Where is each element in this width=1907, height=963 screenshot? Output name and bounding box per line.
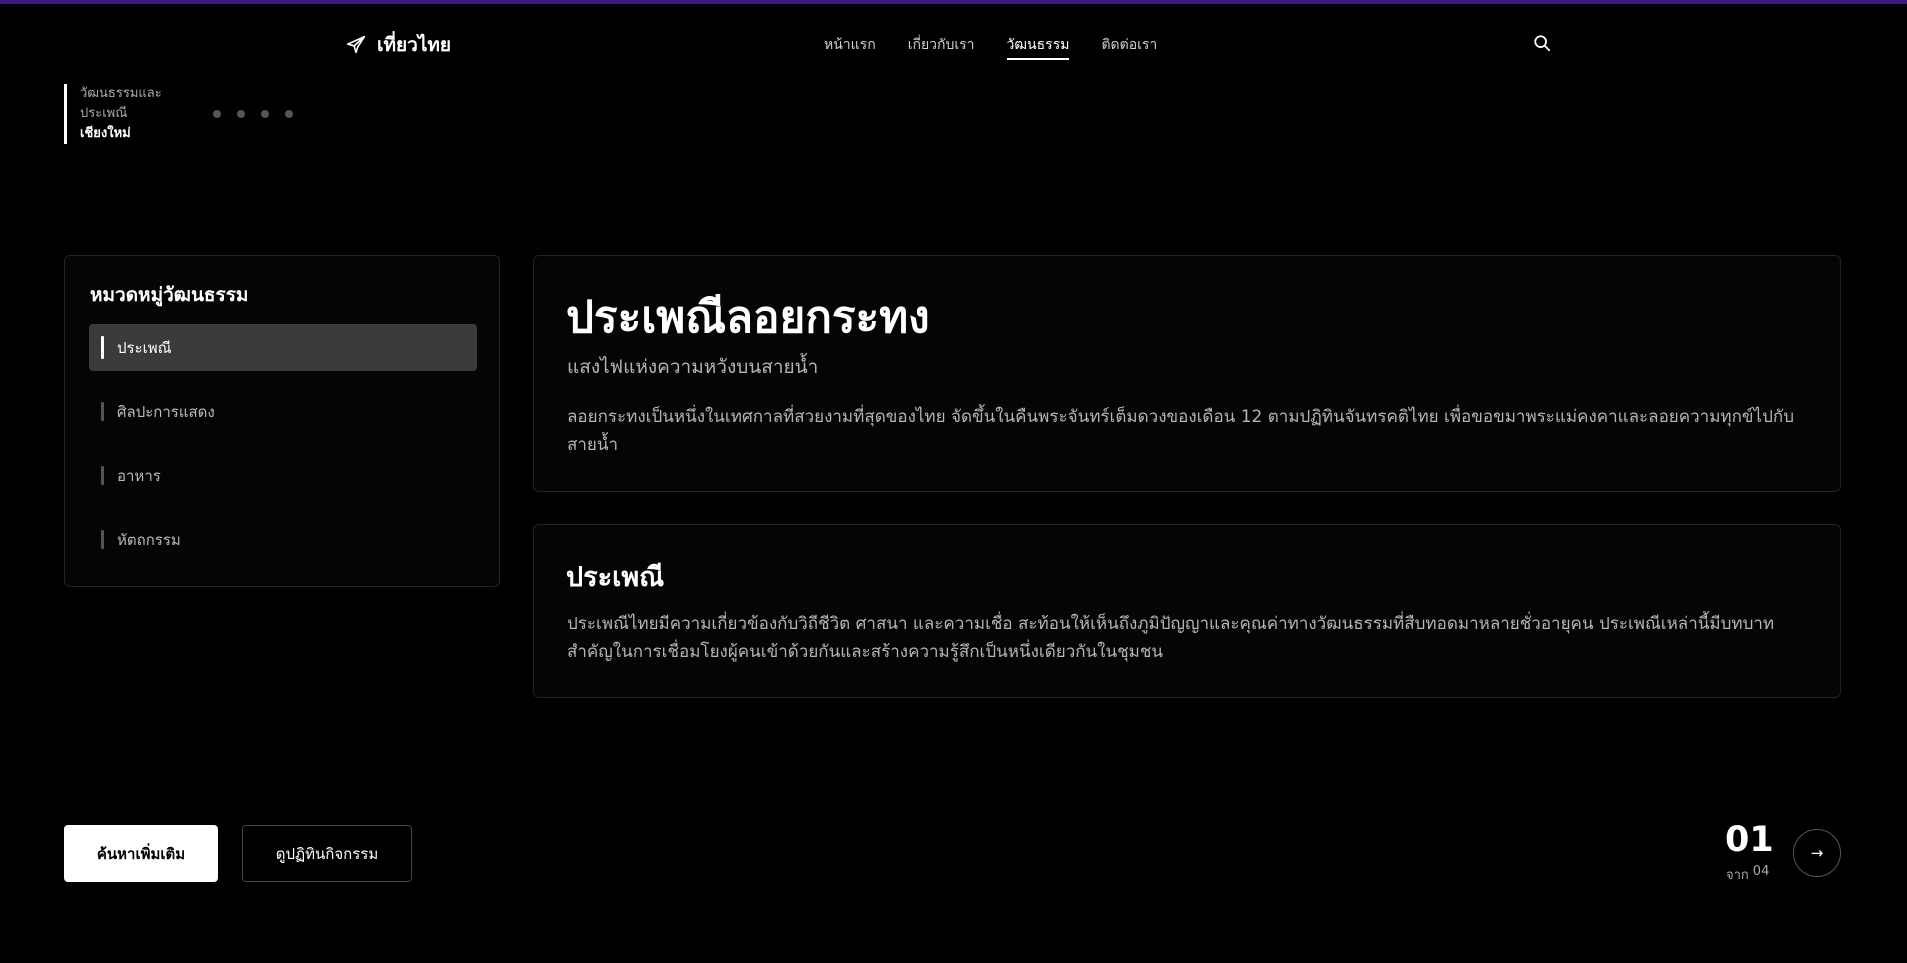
slide-dot[interactable] bbox=[213, 110, 221, 118]
sidebar-item-crafts[interactable]: หัตถกรรม bbox=[89, 516, 477, 563]
brand-name: เที่ยวไทย bbox=[377, 34, 452, 56]
nav-contact[interactable]: ติดต่อเรา bbox=[1101, 34, 1157, 60]
page-total-label: จาก 04 bbox=[1726, 864, 1769, 885]
arrow-right-icon: → bbox=[1810, 844, 1824, 862]
main-nav: หน้าแรก เกี่ยวกับเรา วัฒนธรรม ติดต่อเรา bbox=[824, 34, 1157, 60]
explore-more-button[interactable]: ค้นหาเพิ่มเติม bbox=[64, 825, 218, 882]
slide-dot[interactable] bbox=[261, 110, 269, 118]
sidebar-title: หมวดหมู่วัฒนธรรม bbox=[90, 284, 249, 306]
view-calendar-button[interactable]: ดูปฏิทินกิจกรรม bbox=[242, 825, 412, 882]
slide-indicator-line3: เชียงใหม่ bbox=[80, 126, 131, 141]
next-slide-button[interactable]: → bbox=[1793, 829, 1841, 877]
top-accent-line bbox=[0, 0, 1907, 4]
page-total: 04 bbox=[1752, 864, 1770, 879]
feature-title: ประเพณีลอยกระทง bbox=[566, 292, 930, 343]
nav-home[interactable]: หน้าแรก bbox=[824, 34, 876, 60]
slide-indicator-line1: วัฒนธรรมและ bbox=[80, 86, 162, 101]
section-description: ประเพณีไทยมีความเกี่ยวข้องกับวิถีชีวิต ศ… bbox=[567, 614, 1775, 662]
section-title: ประเพณี bbox=[566, 562, 665, 593]
category-sidebar: หมวดหมู่วัฒนธรรม ประเพณี ศิลปะการแสดง อา… bbox=[64, 255, 500, 587]
feature-subtitle: แสงไฟแห่งความหวังบนสายน้ำ bbox=[567, 356, 819, 378]
feature-card: ประเพณีลอยกระทง แสงไฟแห่งความหวังบนสายน้… bbox=[533, 255, 1841, 492]
sidebar-item-label: ประเพณี bbox=[117, 338, 172, 357]
nav-about[interactable]: เกี่ยวกับเรา bbox=[908, 34, 975, 60]
page-current: 01 bbox=[1725, 820, 1774, 860]
sidebar-item-food[interactable]: อาหาร bbox=[89, 452, 477, 499]
sidebar-item-label: หัตถกรรม bbox=[117, 530, 181, 549]
sidebar-item-performing-arts[interactable]: ศิลปะการแสดง bbox=[89, 388, 477, 435]
slide-dot[interactable] bbox=[237, 110, 245, 118]
slide-indicator-line2: ประเพณี bbox=[80, 106, 128, 121]
airplane-icon bbox=[345, 34, 367, 56]
sidebar-item-label: ศิลปะการแสดง bbox=[117, 402, 215, 421]
feature-description: ลอยกระทงเป็นหนึ่งในเทศกาลที่สวยงามที่สุด… bbox=[567, 407, 1794, 455]
sidebar-item-traditions[interactable]: ประเพณี bbox=[89, 324, 477, 371]
section-card: ประเพณี ประเพณีไทยมีความเกี่ยวข้องกับวิถ… bbox=[533, 524, 1841, 698]
slide-indicator: วัฒนธรรมและ ประเพณี เชียงใหม่ bbox=[64, 84, 162, 144]
page-of-label: จาก bbox=[1726, 868, 1749, 883]
slide-dot[interactable] bbox=[285, 110, 293, 118]
brand-logo[interactable]: เที่ยวไทย bbox=[345, 30, 451, 60]
sidebar-item-label: อาหาร bbox=[117, 466, 161, 485]
nav-culture[interactable]: วัฒนธรรม bbox=[1006, 34, 1070, 60]
search-icon[interactable] bbox=[1533, 34, 1551, 52]
slide-dots bbox=[213, 110, 293, 118]
